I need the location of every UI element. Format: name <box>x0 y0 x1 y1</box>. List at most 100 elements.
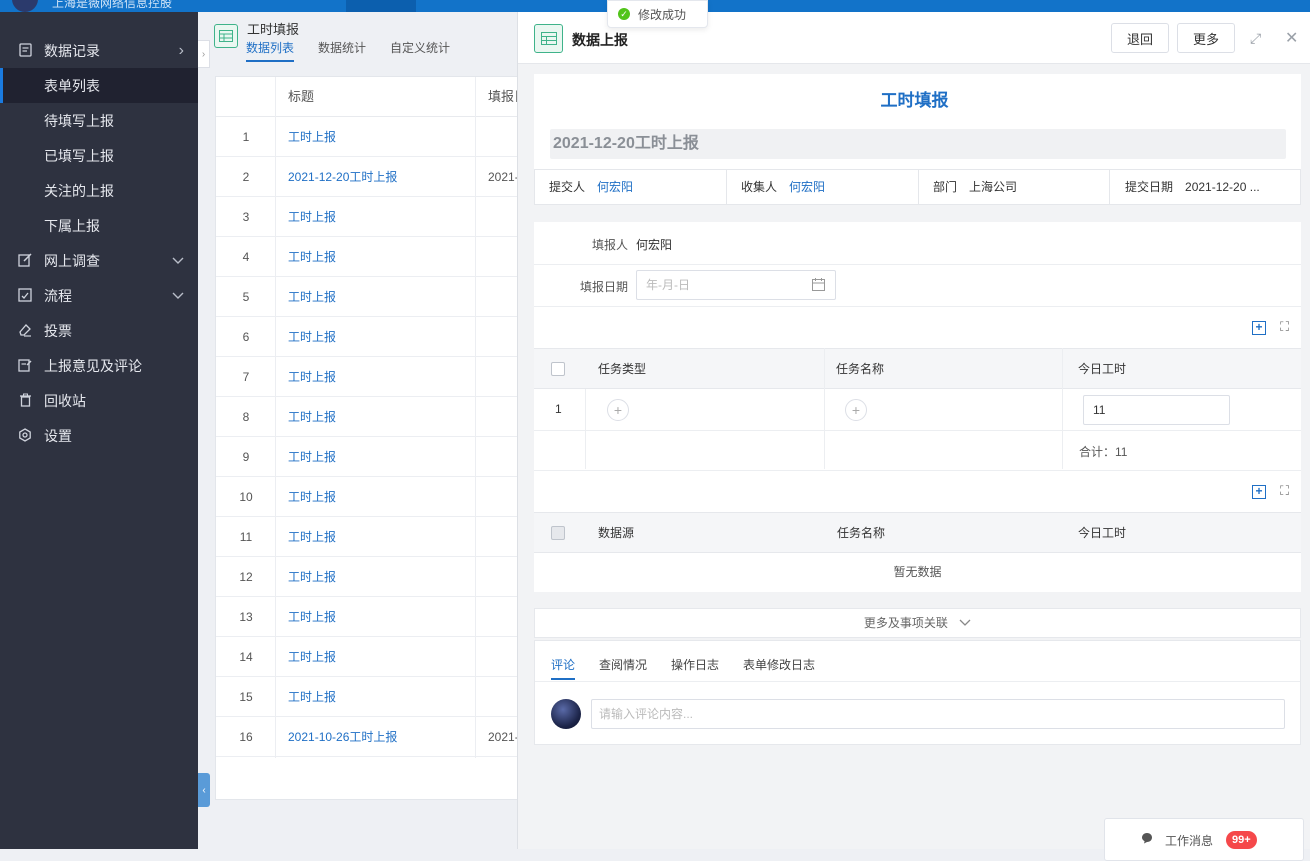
record-title-link[interactable]: 工时上报 <box>288 197 336 237</box>
comment-input[interactable]: 请输入评论内容... <box>591 699 1285 729</box>
fullscreen-icon[interactable]: ⛶ <box>1280 319 1289 335</box>
list-header: 工时填报 数据列表 数据统计 自定义统计 <box>213 12 518 62</box>
sidebar-item-label: 投票 <box>44 322 72 339</box>
tab-data-list[interactable]: 数据列表 <box>246 39 295 62</box>
table-row[interactable]: 11 工时上报 <box>216 517 519 557</box>
record-title-link[interactable]: 工时上报 <box>288 117 336 157</box>
more-relations-toggle[interactable]: 更多及事项关联 <box>534 608 1301 638</box>
column-header-datasource: 数据源 <box>598 526 635 540</box>
table-row[interactable]: 12 工时上报 <box>216 557 519 597</box>
record-title-link[interactable]: 工时上报 <box>288 237 336 277</box>
table-row[interactable]: 7 工时上报 <box>216 357 519 397</box>
tab-read-status[interactable]: 查阅情况 <box>599 656 647 673</box>
table-row[interactable]: 13 工时上报 <box>216 597 519 637</box>
sidebar-item-data-records[interactable]: 数据记录 › <box>0 33 198 68</box>
expand-icon[interactable]: ⤢ <box>1250 30 1261 47</box>
table-row[interactable]: 9 工时上报 <box>216 437 519 477</box>
sidebar-item-label: 设置 <box>44 427 72 444</box>
column-divider <box>475 77 476 758</box>
work-messages-button[interactable]: 工作消息 99+ <box>1104 818 1304 861</box>
column-header-date[interactable]: 填报日 <box>488 77 518 117</box>
table-row[interactable]: 8 工时上报 <box>216 397 519 437</box>
record-title-link[interactable]: 工时上报 <box>288 597 336 637</box>
row-number: 3 <box>242 210 250 224</box>
table-row[interactable]: 10 工时上报 <box>216 477 519 517</box>
trash-icon <box>18 393 32 407</box>
table-row[interactable]: 2 2021-12-20工时上报 2021- <box>216 157 519 197</box>
expand-panel-toggle[interactable]: › <box>198 40 210 68</box>
add-row-icon[interactable]: + <box>1252 321 1266 335</box>
more-button[interactable]: 更多 <box>1177 23 1235 53</box>
calendar-icon[interactable] <box>812 278 825 294</box>
sidebar: 数据记录 › 表单列表 待填写上报 已填写上报 关注的上报 下属上报 网上调查 … <box>0 12 198 849</box>
sidebar-item-form-list[interactable]: 表单列表 <box>0 68 198 103</box>
sidebar-item-subordinate-reports[interactable]: 下属上报 <box>0 208 198 243</box>
sidebar-item-workflow[interactable]: 流程 <box>0 278 198 313</box>
top-nav-active[interactable] <box>346 0 416 12</box>
record-title-link[interactable]: 工时上报 <box>288 477 336 517</box>
add-row-icon[interactable]: + <box>1252 485 1266 499</box>
sidebar-item-recycle-bin[interactable]: 回收站 <box>0 383 198 418</box>
sidebar-item-online-survey[interactable]: 网上调查 <box>0 243 198 278</box>
tab-operation-log[interactable]: 操作日志 <box>671 656 719 673</box>
collector-link[interactable]: 何宏阳 <box>789 180 825 194</box>
record-title-link[interactable]: 工时上报 <box>288 357 336 397</box>
tab-custom-stats[interactable]: 自定义统计 <box>390 39 450 56</box>
datasource-table-header: 数据源 任务名称 今日工时 <box>534 512 1301 553</box>
record-title-link[interactable]: 2021-12-20工时上报 <box>288 157 397 197</box>
hours-input[interactable]: 11 <box>1083 395 1230 425</box>
return-button[interactable]: 退回 <box>1111 23 1169 53</box>
tab-form-change-log[interactable]: 表单修改日志 <box>743 656 815 673</box>
table-row[interactable]: 5 工时上报 <box>216 277 519 317</box>
add-task-name-icon[interactable]: + <box>845 399 867 421</box>
sidebar-item-settings[interactable]: 设置 <box>0 418 198 453</box>
org-logo[interactable] <box>12 0 38 12</box>
department-field: 部门 上海公司 <box>933 170 1109 204</box>
collapse-sidebar-toggle[interactable]: ‹ <box>198 773 210 807</box>
column-header-title[interactable]: 标题 <box>288 77 315 117</box>
sidebar-item-followed-reports[interactable]: 关注的上报 <box>0 173 198 208</box>
chevron-right-icon: › <box>201 48 206 60</box>
sidebar-item-pending-reports[interactable]: 待填写上报 <box>0 103 198 138</box>
tab-data-stats[interactable]: 数据统计 <box>318 39 366 56</box>
table-row[interactable]: 1 工时上报 <box>216 117 519 157</box>
sidebar-item-opinions-comments[interactable]: 上报意见及评论 <box>0 348 198 383</box>
record-title-link[interactable]: 工时上报 <box>288 317 336 357</box>
column-divider <box>1062 348 1063 469</box>
filler-label: 填报人 <box>591 238 628 252</box>
record-title-link[interactable]: 2021-10-26工时上报 <box>288 717 397 757</box>
table-row[interactable]: 14 工时上报 <box>216 637 519 677</box>
record-title: 2021-12-20工时上报 <box>550 129 1286 159</box>
record-title-link[interactable]: 工时上报 <box>288 517 336 557</box>
unread-badge: 99+ <box>1226 831 1257 849</box>
select-all-checkbox[interactable] <box>551 362 565 376</box>
form-name: 工时填报 <box>880 91 949 110</box>
row-number: 8 <box>242 410 250 424</box>
table-row[interactable]: 6 工时上报 <box>216 317 519 357</box>
list-panel: 工时填报 数据列表 数据统计 自定义统计 标题 填报日 1工时上报22021-1… <box>213 12 519 849</box>
close-icon[interactable]: ✕ <box>1285 28 1298 48</box>
tab-comments[interactable]: 评论 <box>551 656 575 673</box>
submit-date-value: 2021-12-20 ... <box>1185 180 1260 194</box>
table-row[interactable]: 16 2021-10-26工时上报 2021- <box>216 717 519 757</box>
sidebar-item-vote[interactable]: 投票 <box>0 313 198 348</box>
record-title-link[interactable]: 工时上报 <box>288 637 336 677</box>
row-number: 9 <box>242 450 250 464</box>
record-title-link[interactable]: 工时上报 <box>288 277 336 317</box>
sidebar-item-filled-reports[interactable]: 已填写上报 <box>0 138 198 173</box>
submitter-label: 提交人 <box>549 180 586 194</box>
table-row[interactable]: 3 工时上报 <box>216 197 519 237</box>
table-row[interactable]: 15 工时上报 <box>216 677 519 717</box>
fullscreen-icon[interactable]: ⛶ <box>1280 483 1289 499</box>
record-title-link[interactable]: 工时上报 <box>288 557 336 597</box>
row-number: 15 <box>239 690 253 704</box>
record-title-link[interactable]: 工时上报 <box>288 397 336 437</box>
column-header-task-name: 任务名称 <box>836 362 885 376</box>
fill-date-label: 填报日期 <box>579 280 628 294</box>
fill-date-input[interactable]: 年-月-日 <box>636 270 836 300</box>
table-row[interactable]: 4 工时上报 <box>216 237 519 277</box>
record-title-link[interactable]: 工时上报 <box>288 437 336 477</box>
add-task-type-icon[interactable]: + <box>607 399 629 421</box>
submitter-link[interactable]: 何宏阳 <box>597 180 633 194</box>
record-title-link[interactable]: 工时上报 <box>288 677 336 717</box>
